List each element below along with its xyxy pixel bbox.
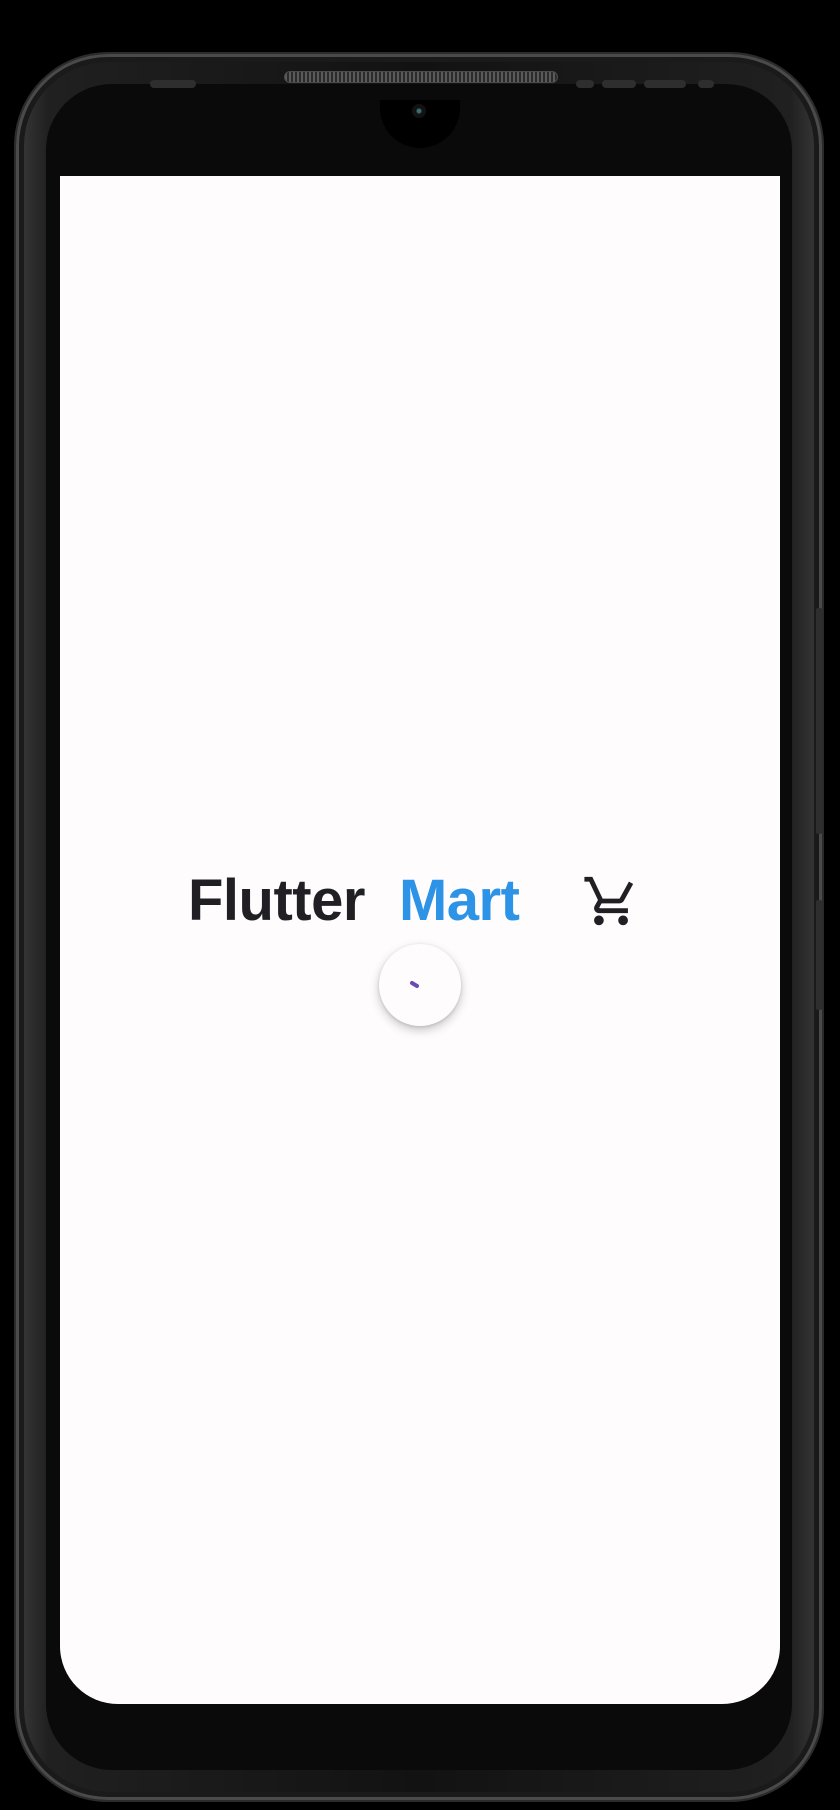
spinner-arc-icon	[410, 981, 419, 988]
front-camera	[412, 104, 426, 118]
front-sensor	[150, 80, 196, 88]
brand-title-first: Flutter	[188, 868, 365, 933]
app-screen: Flutter Mart	[60, 176, 780, 1704]
front-sensor	[698, 80, 714, 88]
front-sensor	[644, 80, 686, 88]
earpiece-speaker	[284, 71, 558, 83]
shopping-cart-icon	[584, 876, 634, 926]
brand-title-second: Mart	[398, 868, 520, 933]
loading-spinner	[379, 944, 461, 1026]
front-sensor	[602, 80, 636, 88]
front-sensor	[576, 80, 594, 88]
splash-brand: Flutter Mart	[188, 862, 658, 940]
power-button	[816, 900, 822, 1010]
volume-button	[816, 608, 822, 834]
